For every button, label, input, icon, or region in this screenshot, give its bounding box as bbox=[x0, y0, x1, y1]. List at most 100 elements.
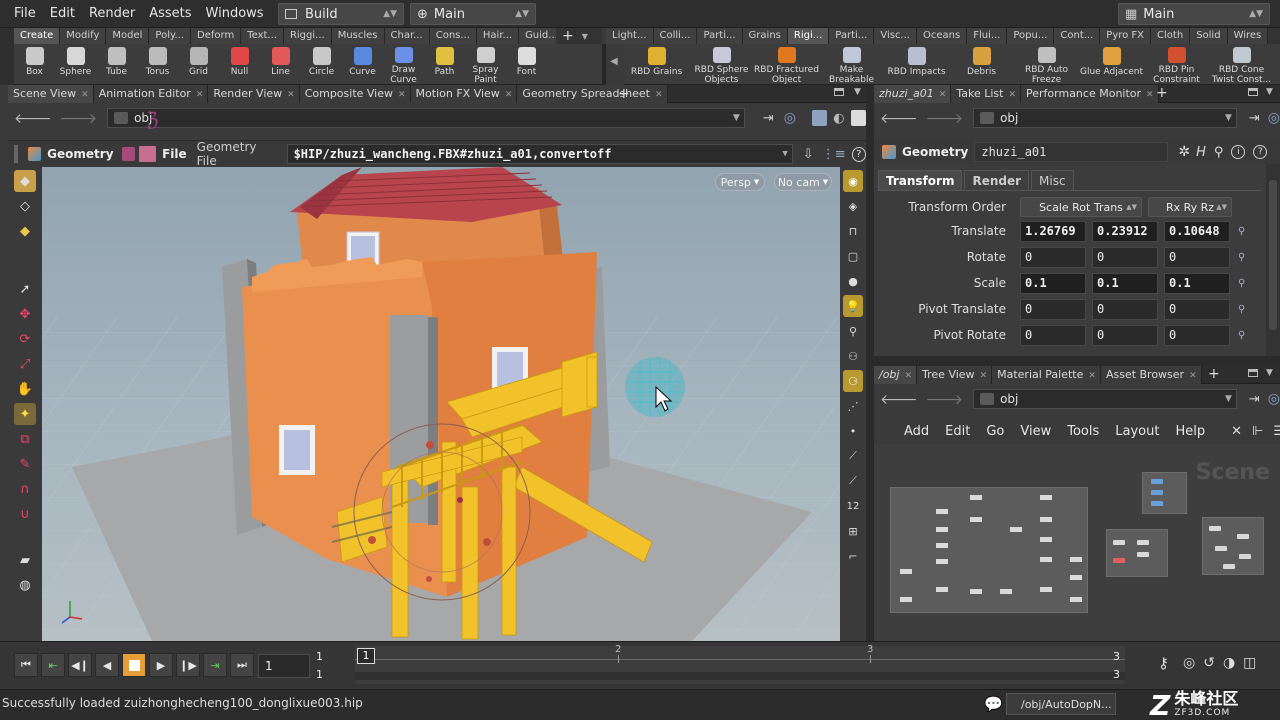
magnet-tool-icon[interactable]: ∩ bbox=[14, 478, 36, 500]
shelf-tool[interactable]: Null bbox=[219, 44, 260, 85]
timeline-track[interactable]: 2 3 1 bbox=[355, 644, 1125, 684]
network-path-field[interactable]: obj ▼ bbox=[973, 389, 1237, 409]
network-node[interactable] bbox=[1040, 537, 1052, 542]
gear-icon[interactable]: ✲ bbox=[1178, 144, 1190, 160]
shelf-tool[interactable]: RBD Sphere Objects bbox=[689, 44, 754, 85]
play-reverse-button[interactable]: ◀ bbox=[95, 653, 119, 677]
desktop-select[interactable]: Build ▲▼ bbox=[278, 3, 404, 25]
shelf-tool[interactable]: RBD Auto Freeze bbox=[1014, 44, 1079, 85]
node-name-field[interactable]: zhuzi_a01 bbox=[974, 142, 1169, 162]
shelf-scroll-left-icon[interactable]: ◀ bbox=[610, 56, 618, 67]
shelf-tool[interactable]: Torus bbox=[137, 44, 178, 85]
channel-link-icon[interactable]: ⚲ bbox=[1238, 330, 1245, 341]
network-node[interactable] bbox=[970, 589, 982, 594]
horizontal-splitter[interactable] bbox=[874, 356, 1280, 366]
play-button[interactable]: ▶ bbox=[149, 653, 173, 677]
transform-order-select[interactable]: Scale Rot Trans ▲▼ bbox=[1020, 197, 1142, 217]
scene-viewport[interactable]: Persp ▼ No cam ▼ bbox=[42, 167, 840, 641]
grid-snap-icon[interactable]: ⊞ bbox=[843, 520, 863, 542]
network-node[interactable] bbox=[936, 527, 948, 532]
shelf-tool[interactable]: Tube bbox=[96, 44, 137, 85]
menu-windows[interactable]: Windows bbox=[206, 6, 264, 21]
shelf-tab[interactable]: Riggi... bbox=[283, 28, 332, 44]
channel-link-icon[interactable]: ⚲ bbox=[1238, 304, 1245, 315]
param-field[interactable]: 0 bbox=[1020, 324, 1086, 346]
pin-icon[interactable]: ⇥ bbox=[1249, 392, 1260, 407]
realtime-icon[interactable]: ↺ bbox=[1203, 655, 1215, 671]
shelf-tab[interactable]: Grains bbox=[742, 28, 788, 44]
pane-tab[interactable]: Asset Browser ✕ bbox=[1100, 365, 1202, 384]
path-dropdown-icon[interactable]: ▼ bbox=[1225, 394, 1232, 404]
shelf-tab[interactable]: Oceans bbox=[916, 28, 968, 44]
search-icon[interactable]: ⚲ bbox=[1214, 145, 1224, 160]
close-tab-icon[interactable]: ✕ bbox=[980, 371, 988, 381]
shelf-tool[interactable]: RBD Cone Twist Const... bbox=[1209, 44, 1274, 85]
network-node[interactable] bbox=[900, 597, 912, 602]
file-path-field[interactable]: $HIP/zhuzi_wancheng.FBX#zhuzi_a01,conver… bbox=[286, 144, 793, 164]
shelf-tab[interactable]: Char... bbox=[384, 28, 430, 44]
network-node[interactable] bbox=[1070, 597, 1082, 602]
pane-tab[interactable]: Material Palette ✕ bbox=[992, 365, 1101, 384]
network-node[interactable] bbox=[1010, 527, 1022, 532]
shelf-tab[interactable]: Poly... bbox=[149, 28, 192, 44]
select-geometry-icon[interactable]: ◆ bbox=[14, 170, 36, 192]
network-node[interactable] bbox=[970, 517, 982, 522]
shelf-tool[interactable]: Curve bbox=[342, 44, 383, 85]
channel-link-icon[interactable]: ⚲ bbox=[1238, 278, 1245, 289]
handle-point-right[interactable] bbox=[483, 538, 491, 546]
twelve-icon[interactable]: 12 bbox=[843, 495, 863, 517]
path-dropdown-icon[interactable]: ▼ bbox=[733, 113, 740, 123]
param-field[interactable]: 0 bbox=[1020, 298, 1086, 320]
shelf-tool[interactable]: Circle bbox=[301, 44, 342, 85]
network-node[interactable] bbox=[936, 509, 948, 514]
param-tab[interactable]: Render bbox=[964, 170, 1030, 190]
range-slider[interactable] bbox=[355, 672, 1125, 680]
display-eye-icon[interactable]: ◉ bbox=[843, 170, 863, 192]
shelf-tab[interactable]: Modify bbox=[60, 28, 107, 44]
shelf-tab[interactable]: Wires bbox=[1227, 28, 1269, 44]
close-tab-icon[interactable]: ✕ bbox=[81, 90, 89, 100]
help-icon[interactable]: ? bbox=[1253, 145, 1268, 159]
network-menu-go[interactable]: Go bbox=[986, 424, 1004, 439]
pane-tab[interactable]: Tree View ✕ bbox=[917, 365, 993, 384]
shelf-tool[interactable]: Spray Paint bbox=[465, 44, 506, 85]
pane-maximize-icon[interactable] bbox=[834, 88, 844, 96]
network-node[interactable] bbox=[936, 559, 948, 564]
pin-icon[interactable]: ⇥ bbox=[763, 111, 774, 126]
shelf-tool[interactable]: Box bbox=[14, 44, 55, 85]
forward-icon[interactable]: 🡒 bbox=[60, 110, 98, 127]
network-node[interactable] bbox=[1040, 517, 1052, 522]
shelf-tool[interactable]: Draw Curve bbox=[383, 44, 424, 85]
rotate-order-select[interactable]: Rx Ry Rz ▲▼ bbox=[1148, 197, 1232, 217]
shelf-tool[interactable]: Debris bbox=[949, 44, 1014, 85]
task-path[interactable]: /obj/AutoDopN... bbox=[1006, 693, 1116, 715]
close-tab-icon[interactable]: ✕ bbox=[1088, 371, 1096, 381]
range-start-value[interactable]: 1 bbox=[316, 650, 323, 663]
ghost-icon[interactable]: ◈ bbox=[843, 195, 863, 217]
brush-icon[interactable]: ⟋ bbox=[843, 470, 863, 492]
list-icon[interactable]: ☰ bbox=[1273, 424, 1280, 439]
pane-tab[interactable]: Scene View ✕ bbox=[8, 84, 94, 103]
step-start-button[interactable]: ⇤ bbox=[41, 653, 65, 677]
shelf-tool[interactable]: RBD Impacts bbox=[884, 44, 949, 85]
range-start2-value[interactable]: 1 bbox=[316, 668, 323, 681]
network-menu-view[interactable]: View bbox=[1020, 424, 1051, 439]
shelf-tab[interactable]: Visc... bbox=[874, 28, 917, 44]
network-menu-layout[interactable]: Layout bbox=[1115, 424, 1159, 439]
network-node[interactable] bbox=[1040, 557, 1052, 562]
pane-tab[interactable]: Composite View ✕ bbox=[299, 84, 411, 103]
network-box-mid[interactable] bbox=[1106, 529, 1168, 577]
pane-menu-icon[interactable]: ▼ bbox=[854, 87, 861, 97]
forward-icon[interactable]: 🡒 bbox=[926, 391, 964, 408]
shelf-tab[interactable]: Model bbox=[106, 28, 150, 44]
move-tool-icon[interactable]: ✥ bbox=[14, 303, 36, 325]
back-icon[interactable]: 🡐 bbox=[880, 110, 918, 127]
shelf-tab[interactable]: Cons... bbox=[429, 28, 477, 44]
camera-icon[interactable]: ⚇ bbox=[843, 345, 863, 367]
shelf-tab[interactable]: Cloth bbox=[1151, 28, 1191, 44]
next-key-button[interactable]: ❙▶ bbox=[176, 653, 200, 677]
display-options-icon[interactable]: ◐ bbox=[833, 111, 844, 126]
playhead[interactable]: 1 bbox=[357, 648, 375, 664]
network-menu-add[interactable]: Add bbox=[904, 424, 929, 439]
camera-tool-icon[interactable]: ▰ bbox=[14, 549, 36, 571]
